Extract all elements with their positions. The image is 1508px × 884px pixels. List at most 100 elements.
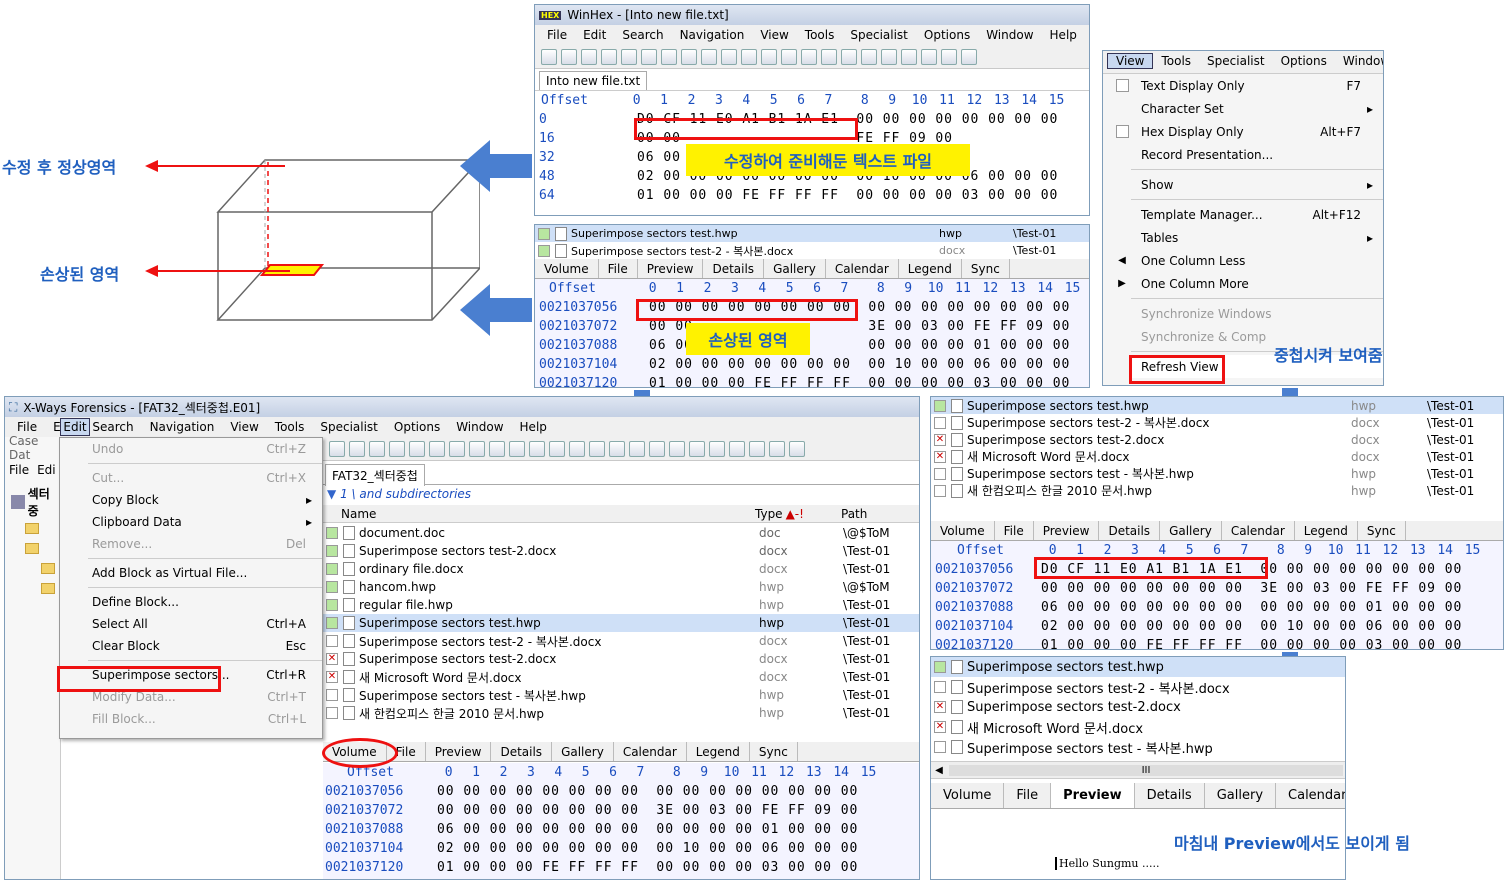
toolbar-button-icon[interactable] bbox=[629, 440, 645, 457]
file-row[interactable]: ordinary file.docx docx \Test-01 bbox=[323, 560, 919, 578]
menu-item-hex-display-only[interactable]: Hex Display Only Alt+F7 bbox=[1103, 120, 1383, 143]
case-data-tab[interactable]: Case Dat bbox=[5, 434, 60, 462]
menu-view[interactable]: View bbox=[222, 420, 266, 434]
toolbar-button-icon[interactable] bbox=[541, 48, 557, 65]
file-row[interactable]: ✕ 새 Microsoft Word 문서.docx bbox=[931, 717, 1345, 737]
menu-options[interactable]: Options bbox=[1273, 54, 1335, 68]
toolbar-button-icon[interactable] bbox=[701, 48, 717, 65]
scroll-thumb[interactable]: III bbox=[949, 764, 1343, 776]
tab-calendar[interactable]: Calendar bbox=[1222, 521, 1295, 540]
tab-gallery[interactable]: Gallery bbox=[764, 259, 826, 278]
col-type[interactable]: Type ▲-! bbox=[755, 507, 841, 521]
checkbox[interactable] bbox=[326, 599, 338, 611]
file-row[interactable]: ✕ 새 Microsoft Word 문서.docx docx \Test-01 bbox=[931, 448, 1503, 465]
tab-gallery[interactable]: Gallery bbox=[1160, 521, 1222, 540]
toolbar-button-icon[interactable] bbox=[941, 48, 957, 65]
toolbar-button-icon[interactable] bbox=[561, 48, 577, 65]
toolbar-button-icon[interactable] bbox=[609, 440, 625, 457]
toolbar-button-icon[interactable] bbox=[429, 440, 445, 457]
menu-specialist[interactable]: Specialist bbox=[1199, 54, 1273, 68]
toolbar-button-icon[interactable] bbox=[709, 440, 725, 457]
tab-legend[interactable]: Legend bbox=[687, 742, 750, 761]
tab-details[interactable]: Details bbox=[491, 742, 553, 761]
toolbar-button-icon[interactable] bbox=[621, 48, 637, 65]
menu-help[interactable]: Help bbox=[1042, 28, 1085, 42]
menu-specialist[interactable]: Specialist bbox=[312, 420, 386, 434]
tab-gallery[interactable]: Gallery bbox=[552, 742, 614, 761]
col-name[interactable]: Name bbox=[323, 507, 755, 521]
checkbox[interactable] bbox=[326, 707, 338, 719]
checkbox[interactable] bbox=[934, 467, 946, 480]
tab-file[interactable]: File bbox=[599, 259, 638, 278]
checkbox[interactable] bbox=[326, 635, 338, 647]
toolbar-button-icon[interactable] bbox=[601, 48, 617, 65]
toolbar-button-icon[interactable] bbox=[669, 440, 685, 457]
tab-legend[interactable]: Legend bbox=[1295, 521, 1358, 540]
menu-search[interactable]: Search bbox=[84, 420, 141, 434]
tab-sync[interactable]: Sync bbox=[962, 259, 1010, 278]
file-row[interactable]: ✕ Superimpose sectors test-2.docx docx \Tes… bbox=[931, 431, 1503, 448]
col-path[interactable]: Path bbox=[841, 507, 867, 521]
toolbar-button-icon[interactable] bbox=[641, 48, 657, 65]
menu-view[interactable]: View bbox=[1107, 53, 1154, 69]
tab-file[interactable]: File bbox=[1004, 783, 1052, 808]
tab-preview[interactable]: Preview bbox=[638, 259, 704, 278]
menu-file[interactable]: File bbox=[9, 420, 45, 434]
toolbar-button-icon[interactable] bbox=[489, 440, 505, 457]
toolbar-button-icon[interactable] bbox=[921, 48, 937, 65]
file-row[interactable]: Superimpose sectors test-2 - 복사본.docx doc… bbox=[323, 632, 919, 650]
checkbox[interactable] bbox=[934, 416, 946, 429]
deleted-icon[interactable]: ✕ bbox=[326, 671, 338, 683]
menu-item-text-display-only[interactable]: Text Display Only F7 bbox=[1103, 74, 1383, 97]
toolbar-button-icon[interactable] bbox=[769, 440, 785, 457]
tab-into-new-file[interactable]: Into new file.txt bbox=[539, 71, 648, 90]
toolbar-button-icon[interactable] bbox=[369, 440, 385, 457]
menu-window[interactable]: Window bbox=[448, 420, 511, 434]
tab-volume[interactable]: Volume bbox=[931, 521, 995, 540]
file-row[interactable]: Superimpose sectors test-2 - 복사본.docx bbox=[931, 677, 1345, 697]
horizontal-scrollbar[interactable]: ◀ III bbox=[931, 761, 1345, 779]
checkbox[interactable] bbox=[538, 244, 550, 257]
file-row[interactable]: Superimpose sectors test-2.docx docx \Test… bbox=[323, 542, 919, 560]
checkbox[interactable] bbox=[326, 581, 338, 593]
tab-calendar[interactable]: Calendar bbox=[826, 259, 899, 278]
toolbar-button-icon[interactable] bbox=[729, 440, 745, 457]
toolbar-button-icon[interactable] bbox=[821, 48, 837, 65]
file-row[interactable]: Superimpose sectors test.hwp hwp \Test-01 bbox=[535, 225, 1089, 242]
checkbox[interactable] bbox=[934, 681, 946, 693]
menu-navigation[interactable]: Navigation bbox=[142, 420, 223, 434]
tab-legend[interactable]: Legend bbox=[899, 259, 962, 278]
case-edit-menu[interactable]: Edi bbox=[37, 463, 56, 477]
checkbox[interactable] bbox=[326, 527, 338, 539]
file-row[interactable]: 새 한컴오피스 한글 2010 문서.hwp hwp \Test-01 bbox=[323, 704, 919, 722]
file-row[interactable]: ✕ Superimpose sectors test-2.docx docx \Tes… bbox=[323, 650, 919, 668]
tab-calendar[interactable]: Calendar bbox=[1276, 783, 1345, 808]
menu-tools[interactable]: Tools bbox=[1153, 54, 1199, 68]
menu-window[interactable]: Window bbox=[978, 28, 1041, 42]
tab-details[interactable]: Details bbox=[1135, 783, 1205, 808]
file-row[interactable]: Superimpose sectors test.hwp bbox=[931, 657, 1345, 677]
toolbar-button-icon[interactable] bbox=[649, 440, 665, 457]
toolbar-button-icon[interactable] bbox=[861, 48, 877, 65]
checkbox[interactable] bbox=[934, 661, 946, 673]
tab-sync[interactable]: Sync bbox=[750, 742, 798, 761]
menu-options[interactable]: Options bbox=[916, 28, 978, 42]
menu-item-one-column-less[interactable]: ◀ One Column Less bbox=[1103, 249, 1383, 272]
file-row[interactable]: regular file.hwp hwp \Test-01 bbox=[323, 596, 919, 614]
menu-item-tables[interactable]: Tables ▸ bbox=[1103, 226, 1383, 249]
file-row[interactable]: hancom.hwp hwp \@$ToM bbox=[323, 578, 919, 596]
checkbox[interactable] bbox=[934, 741, 946, 753]
toolbar-button-icon[interactable] bbox=[449, 440, 465, 457]
toolbar-button-icon[interactable] bbox=[549, 440, 565, 457]
menu-item-one-column-more[interactable]: ▶ One Column More bbox=[1103, 272, 1383, 295]
file-row[interactable]: Superimpose sectors test - 복사본.hwp hwp \Te… bbox=[931, 465, 1503, 482]
toolbar-button-icon[interactable] bbox=[569, 440, 585, 457]
toolbar-button-icon[interactable] bbox=[741, 48, 757, 65]
file-row[interactable]: Superimpose sectors test.hwp hwp \Test-01 bbox=[931, 397, 1503, 414]
file-row[interactable]: Superimpose sectors test-2 - 복사본.docx doc… bbox=[535, 242, 1089, 259]
toolbar-button-icon[interactable] bbox=[901, 48, 917, 65]
checkbox[interactable] bbox=[326, 545, 338, 557]
tab-volume[interactable]: Volume bbox=[535, 259, 599, 278]
menu-navigation[interactable]: Navigation bbox=[672, 28, 753, 42]
menu-help[interactable]: Help bbox=[512, 420, 555, 434]
